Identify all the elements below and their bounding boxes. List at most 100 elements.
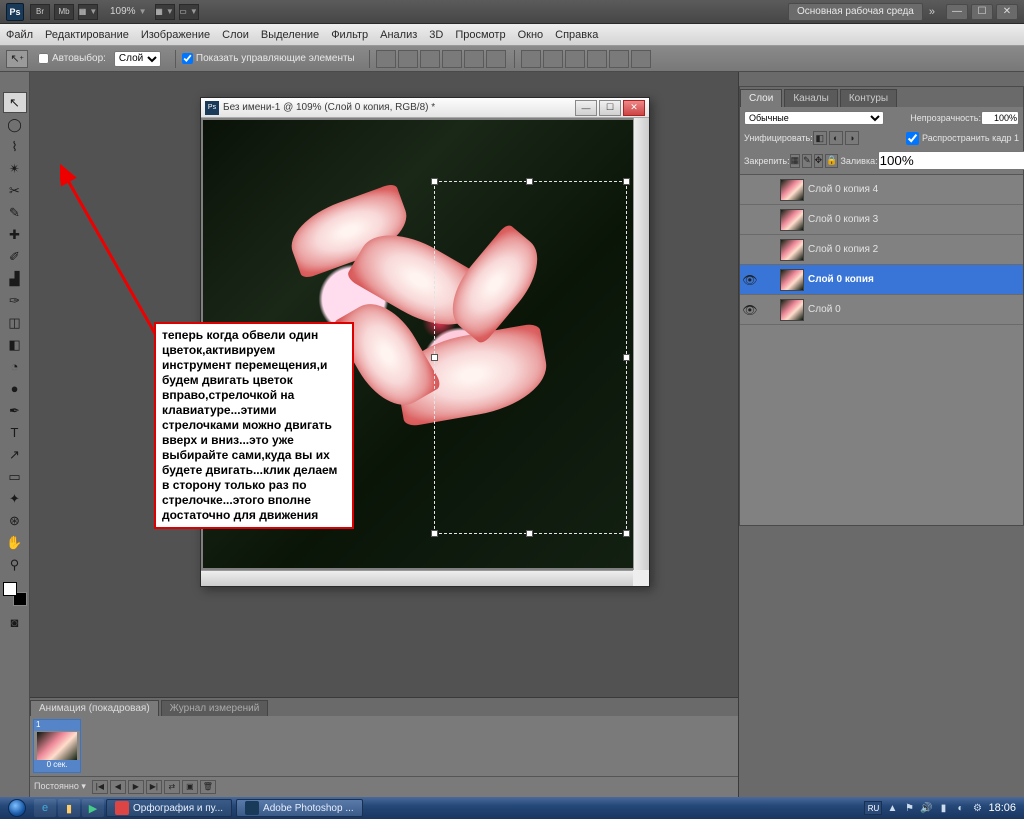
document-vertical-scrollbar[interactable] <box>633 118 649 570</box>
menu-analysis[interactable]: Анализ <box>380 29 417 41</box>
workspace-button[interactable]: Основная рабочая среда <box>788 3 923 21</box>
current-tool-icon[interactable]: ↖+ <box>6 50 28 68</box>
propagate-frame-checkbox[interactable]: Распространить кадр 1 <box>906 132 1019 145</box>
unify-style-icon[interactable]: ◑ <box>845 131 859 145</box>
menu-image[interactable]: Изображение <box>141 29 210 41</box>
layer-thumbnail[interactable] <box>780 239 804 261</box>
taskbar-media-icon[interactable]: ▶ <box>82 799 104 817</box>
document-titlebar[interactable]: Ps Без имени-1 @ 109% (Слой 0 копия, RGB… <box>201 98 649 118</box>
align-icon[interactable] <box>376 50 396 68</box>
distribute-icon[interactable] <box>543 50 563 68</box>
opacity-input[interactable] <box>981 111 1019 125</box>
appbar-icon-viewmode[interactable]: ▦▼ <box>78 4 98 20</box>
layer-thumbnail[interactable] <box>780 179 804 201</box>
quickmask-tool[interactable]: ◙ <box>3 612 27 633</box>
blend-mode-select[interactable]: Обычные <box>744 111 884 125</box>
dodge-tool[interactable]: ● <box>3 378 27 399</box>
show-controls-checkbox[interactable]: Показать управляющие элементы <box>182 53 355 64</box>
menu-view[interactable]: Просмотр <box>455 29 505 41</box>
fill-input[interactable] <box>878 151 1024 170</box>
marquee-tool[interactable]: ◯ <box>3 114 27 135</box>
layer-row[interactable]: Слой 0 копия 3 <box>740 205 1023 235</box>
distribute-icon[interactable] <box>631 50 651 68</box>
transform-handle[interactable] <box>431 178 438 185</box>
wand-tool[interactable]: ✴ <box>3 158 27 179</box>
lock-position-icon[interactable]: ✥ <box>814 154 824 168</box>
taskbar-item[interactable]: Adobe Photoshop ... <box>236 799 363 817</box>
tray-icon[interactable]: ◐ <box>953 801 967 815</box>
layer-name[interactable]: Слой 0 копия 2 <box>808 244 878 255</box>
prev-frame-icon[interactable]: ◀ <box>110 780 126 794</box>
visibility-toggle-icon[interactable]: 👁 <box>740 273 760 287</box>
animation-frame[interactable]: 1 0 сек. <box>33 719 81 773</box>
path-tool[interactable]: ↗ <box>3 444 27 465</box>
layer-thumbnail[interactable] <box>780 299 804 321</box>
menu-file[interactable]: Файл <box>6 29 33 41</box>
document-horizontal-scrollbar[interactable] <box>201 570 633 586</box>
transform-handle[interactable] <box>431 530 438 537</box>
autoselect-target-select[interactable]: Слой <box>114 51 161 67</box>
layer-name[interactable]: Слой 0 <box>808 304 841 315</box>
taskbar-item[interactable]: Орфография и пу... <box>106 799 232 817</box>
menu-window[interactable]: Окно <box>518 29 544 41</box>
lock-all-icon[interactable]: 🔒 <box>825 154 838 168</box>
3d-tool[interactable]: ✦ <box>3 488 27 509</box>
align-icon[interactable] <box>464 50 484 68</box>
layer-row[interactable]: 👁 Слой 0 копия <box>740 265 1023 295</box>
layer-row[interactable]: Слой 0 копия 2 <box>740 235 1023 265</box>
new-frame-icon[interactable]: ▣ <box>182 780 198 794</box>
3dcam-tool[interactable]: ⊛ <box>3 510 27 531</box>
tray-network-icon[interactable]: ▮ <box>936 801 950 815</box>
menu-select[interactable]: Выделение <box>261 29 319 41</box>
workspace-chevrons-icon[interactable]: » <box>929 6 935 18</box>
doc-close-icon[interactable]: ✕ <box>623 100 645 116</box>
taskbar-ie-icon[interactable]: e <box>34 799 56 817</box>
lock-transparency-icon[interactable]: ▦ <box>790 154 801 168</box>
menu-help[interactable]: Справка <box>555 29 598 41</box>
delete-frame-icon[interactable]: 🗑 <box>200 780 216 794</box>
align-icon[interactable] <box>420 50 440 68</box>
appbar-icon-br[interactable]: Br <box>30 4 50 20</box>
layer-name[interactable]: Слой 0 копия 3 <box>808 214 878 225</box>
tray-icon[interactable]: ▲ <box>885 801 899 815</box>
menu-edit[interactable]: Редактирование <box>45 29 129 41</box>
blur-tool[interactable]: ◔ <box>3 356 27 377</box>
distribute-icon[interactable] <box>609 50 629 68</box>
autoselect-checkbox[interactable]: Автовыбор: <box>38 53 106 64</box>
history-brush-tool[interactable]: ✑ <box>3 290 27 311</box>
shape-tool[interactable]: ▭ <box>3 466 27 487</box>
window-minimize-icon[interactable]: — <box>946 4 968 20</box>
tab-paths[interactable]: Контуры <box>840 89 897 107</box>
transform-bounding-box[interactable] <box>434 181 627 534</box>
tween-icon[interactable]: ⇄ <box>164 780 180 794</box>
lock-pixels-icon[interactable]: ✎ <box>802 154 812 168</box>
doc-minimize-icon[interactable]: — <box>575 100 597 116</box>
layer-thumbnail[interactable] <box>780 269 804 291</box>
start-button[interactable] <box>0 797 34 819</box>
distribute-icon[interactable] <box>587 50 607 68</box>
transform-handle[interactable] <box>526 530 533 537</box>
tab-measurement-log[interactable]: Журнал измерений <box>161 700 269 716</box>
heal-tool[interactable]: ✚ <box>3 224 27 245</box>
layer-name[interactable]: Слой 0 копия <box>808 274 874 285</box>
stamp-tool[interactable]: ▟ <box>3 268 27 289</box>
layer-name[interactable]: Слой 0 копия 4 <box>808 184 878 195</box>
unify-visibility-icon[interactable]: ◐ <box>829 131 843 145</box>
menu-filter[interactable]: Фильтр <box>331 29 368 41</box>
taskbar-clock[interactable]: 18:06 <box>988 802 1016 814</box>
tray-icon[interactable]: ⚙ <box>970 801 984 815</box>
eyedropper-tool[interactable]: ✎ <box>3 202 27 223</box>
appbar-icon-arrange[interactable]: ▦▼ <box>155 4 175 20</box>
menu-layers[interactable]: Слои <box>222 29 249 41</box>
eraser-tool[interactable]: ◫ <box>3 312 27 333</box>
frame-duration[interactable]: 0 сек. <box>34 760 80 772</box>
menu-3d[interactable]: 3D <box>429 29 443 41</box>
doc-maximize-icon[interactable]: ☐ <box>599 100 621 116</box>
loop-select[interactable]: Постоянно ▾ <box>34 781 86 792</box>
distribute-icon[interactable] <box>565 50 585 68</box>
type-tool[interactable]: T <box>3 422 27 443</box>
layer-row[interactable]: 👁 Слой 0 <box>740 295 1023 325</box>
align-icon[interactable] <box>486 50 506 68</box>
language-indicator[interactable]: RU <box>864 801 882 815</box>
transform-handle[interactable] <box>623 530 630 537</box>
